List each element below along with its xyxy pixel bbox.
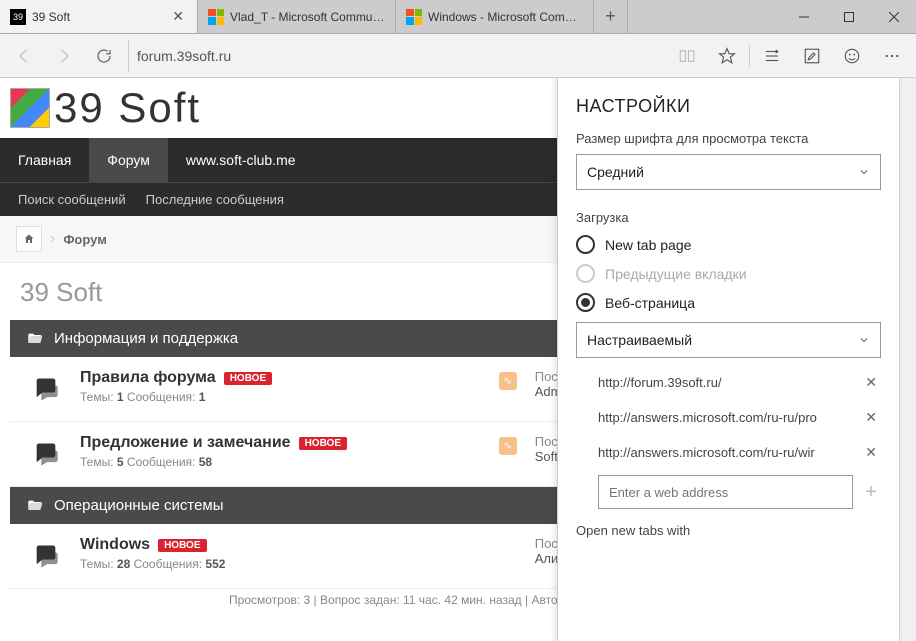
add-url-button[interactable]: + (861, 481, 881, 504)
subnav-recent[interactable]: Последние сообщения (146, 192, 284, 207)
comments-icon (26, 369, 66, 409)
radio-previous-tabs[interactable]: Предыдущие вкладки (576, 264, 881, 283)
rss-icon[interactable]: ∿ (499, 437, 517, 455)
forward-button[interactable] (44, 36, 84, 76)
remove-url-button[interactable]: ✕ (861, 440, 881, 465)
address-input-wrap[interactable] (128, 40, 667, 72)
site-logo-text: 39 Soft (54, 84, 201, 132)
vertical-scrollbar[interactable] (899, 78, 916, 641)
chevron-down-icon (858, 334, 870, 346)
maximize-button[interactable] (826, 0, 871, 33)
site-logo-link[interactable]: 39 Soft (10, 84, 201, 132)
folder-open-icon (26, 498, 44, 514)
radio-icon (576, 264, 595, 283)
radio-icon (576, 235, 595, 254)
folder-open-icon (26, 331, 44, 347)
subnav-search[interactable]: Поиск сообщений (18, 192, 126, 207)
browser-tab-1[interactable]: Vlad_T - Microsoft Community (198, 0, 396, 33)
feedback-button[interactable] (832, 36, 872, 76)
add-url-input[interactable] (598, 475, 853, 509)
hub-button[interactable] (752, 36, 792, 76)
radio-icon (576, 293, 595, 312)
startup-url: http://answers.microsoft.com/ru-ru/pro (598, 410, 855, 425)
reading-view-button[interactable] (667, 36, 707, 76)
comments-icon (26, 536, 66, 576)
breadcrumb-forum[interactable]: Форум (63, 232, 106, 247)
site-logo-icon (10, 88, 50, 128)
breadcrumb-home-icon[interactable] (16, 226, 42, 252)
forum-title-link[interactable]: Правила форумаНОВОЕ (80, 369, 485, 387)
tab-favicon-1 (208, 9, 224, 25)
close-window-button[interactable] (871, 0, 916, 33)
category-title: Информация и поддержка (54, 330, 238, 347)
startup-url-row: http://answers.microsoft.com/ru-ru/pro ✕ (598, 405, 881, 430)
remove-url-button[interactable]: ✕ (861, 370, 881, 395)
forum-stats: Темы: 28 Сообщения: 552 (80, 557, 485, 571)
startup-url: http://answers.microsoft.com/ru-ru/wir (598, 445, 855, 460)
settings-title: НАСТРОЙКИ (576, 96, 881, 117)
tab-title: 39 Soft (32, 10, 163, 24)
minimize-button[interactable] (781, 0, 826, 33)
nav-club[interactable]: www.soft-club.me (168, 138, 314, 182)
new-tab-button[interactable]: + (594, 0, 628, 33)
remove-url-button[interactable]: ✕ (861, 405, 881, 430)
back-button[interactable] (4, 36, 44, 76)
forum-stats: Темы: 5 Сообщения: 58 (80, 455, 485, 469)
radio-web-page[interactable]: Веб-страница (576, 293, 881, 312)
favorite-button[interactable] (707, 36, 747, 76)
nav-forum[interactable]: Форум (89, 138, 168, 182)
tab-favicon-2 (406, 9, 422, 25)
font-size-select[interactable]: Средний (576, 154, 881, 190)
forum-title-link[interactable]: WindowsНОВОЕ (80, 536, 485, 554)
nav-home[interactable]: Главная (0, 138, 89, 182)
new-badge: НОВОЕ (299, 437, 347, 450)
tab-close-icon[interactable]: ✕ (169, 8, 187, 25)
chevron-down-icon (858, 166, 870, 178)
startup-page-value: Настраиваемый (587, 332, 692, 348)
window-controls (781, 0, 916, 33)
startup-url-row: http://answers.microsoft.com/ru-ru/wir ✕ (598, 440, 881, 465)
open-tabs-section-label: Open new tabs with (576, 523, 881, 538)
chevron-right-icon: › (50, 230, 55, 248)
page-viewport: 39 Soft Вс Главная Форум www.soft-club.m… (0, 78, 916, 641)
new-badge: НОВОЕ (158, 539, 206, 552)
new-badge: НОВОЕ (224, 372, 272, 385)
settings-panel: НАСТРОЙКИ Размер шрифта для просмотра те… (557, 78, 899, 641)
category-title: Операционные системы (54, 497, 224, 514)
tab-bar: 39 39 Soft ✕ Vlad_T - Microsoft Communit… (0, 0, 916, 34)
browser-tab-0[interactable]: 39 39 Soft ✕ (0, 0, 198, 33)
refresh-button[interactable] (84, 36, 124, 76)
radio-new-tab[interactable]: New tab page (576, 235, 881, 254)
startup-url-row: http://forum.39soft.ru/ ✕ (598, 370, 881, 395)
tab-title: Windows - Microsoft Commun (428, 10, 583, 24)
forum-title-link[interactable]: Предложение и замечаниеНОВОЕ (80, 434, 485, 452)
webnote-button[interactable] (792, 36, 832, 76)
font-size-label: Размер шрифта для просмотра текста (576, 131, 881, 146)
tab-favicon-0: 39 (10, 9, 26, 25)
startup-url: http://forum.39soft.ru/ (598, 375, 855, 390)
font-size-value: Средний (587, 164, 644, 180)
address-input[interactable] (137, 48, 659, 64)
rss-icon[interactable]: ∿ (499, 372, 517, 390)
comments-icon (26, 434, 66, 474)
address-bar-row (0, 34, 916, 78)
add-url-row: + (598, 475, 881, 509)
startup-page-select[interactable]: Настраиваемый (576, 322, 881, 358)
startup-section-label: Загрузка (576, 210, 881, 225)
browser-tab-2[interactable]: Windows - Microsoft Commun (396, 0, 594, 33)
forum-stats: Темы: 1 Сообщения: 1 (80, 390, 485, 404)
more-button[interactable] (872, 36, 912, 76)
tab-title: Vlad_T - Microsoft Community (230, 10, 385, 24)
